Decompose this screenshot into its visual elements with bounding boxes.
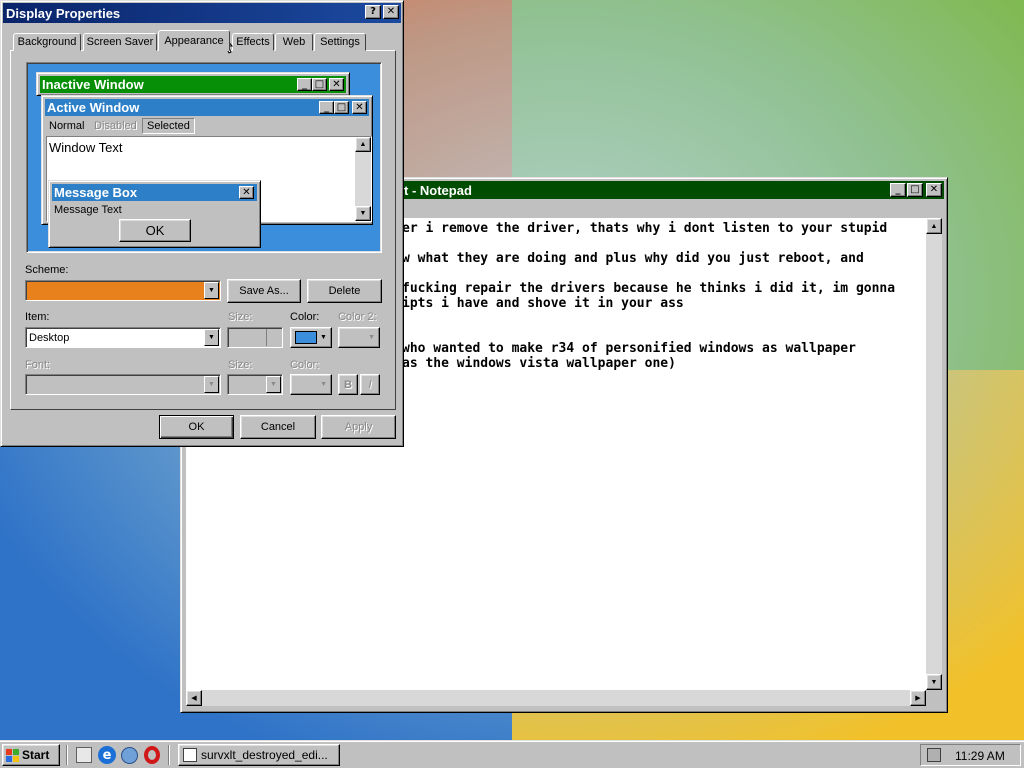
menu-disabled: Disabled [94, 120, 137, 132]
chevron-down-icon[interactable]: ▼ [204, 329, 219, 346]
color-label: Color: [290, 311, 320, 323]
notepad-horizontal-scrollbar[interactable]: ◀ ▶ [186, 690, 926, 706]
scheme-dropdown[interactable]: ▼ [25, 280, 221, 301]
color2-label: Color 2: [338, 311, 377, 323]
font-dropdown: ▼ [25, 374, 221, 395]
maximize-icon: □ [312, 78, 327, 91]
save-as-button[interactable]: Save As... [227, 279, 301, 303]
scroll-right-button[interactable]: ▶ [910, 690, 926, 706]
help-button[interactable]: ? [365, 5, 381, 19]
network-icon[interactable] [121, 747, 138, 764]
message-text: Message Text [54, 204, 122, 216]
minimize-button[interactable]: _ [890, 183, 906, 197]
tab-effects[interactable]: Effects [232, 33, 274, 51]
system-tray: 11:29 AM [920, 744, 1021, 766]
taskbar: Start e survxlt_destroyed_edi... 11:29 A… [0, 740, 1024, 768]
inactive-window-title: Inactive Window [42, 77, 144, 92]
scheme-label: Scheme: [25, 264, 69, 276]
internet-explorer-icon[interactable]: e [98, 746, 116, 764]
scroll-up-icon: ▲ [355, 137, 371, 152]
delete-button[interactable]: Delete [307, 279, 382, 303]
tab-web[interactable]: Web [275, 33, 313, 51]
color-picker-button[interactable]: ▼ [290, 327, 332, 348]
maximize-button[interactable]: □ [907, 183, 923, 197]
taskbar-task-button[interactable]: survxlt_destroyed_edi... [178, 744, 340, 766]
minimize-icon: _ [297, 78, 312, 91]
item-dropdown[interactable]: Desktop ▼ [25, 327, 221, 348]
bold-button: B [338, 374, 358, 395]
font-label: Font: [25, 359, 51, 371]
opera-icon[interactable] [144, 746, 160, 764]
menu-selected: Selected [142, 118, 195, 134]
dialog-close-button[interactable]: ✕ [383, 5, 399, 19]
display-properties-dialog: Display Properties ? ✕ Background Screen… [0, 0, 404, 447]
dialog-title: Display Properties [6, 5, 121, 21]
start-button[interactable]: Start [2, 744, 60, 766]
message-box-title: Message Box [54, 185, 138, 200]
ok-button[interactable]: OK [159, 415, 234, 439]
clock[interactable]: 11:29 AM [955, 749, 1005, 763]
tab-appearance[interactable]: Appearance [158, 30, 230, 51]
font-size-dropdown: ▼ [227, 374, 283, 395]
scroll-down-icon: ▼ [355, 206, 371, 221]
scroll-up-button[interactable]: ▲ [926, 218, 942, 234]
color-swatch [295, 331, 317, 344]
maximize-icon: □ [334, 101, 349, 114]
close-icon: ✕ [329, 78, 344, 91]
tab-settings[interactable]: Settings [314, 33, 366, 51]
notepad-title: t - Notepad [404, 182, 472, 198]
desktop-shortcut-icon[interactable] [76, 747, 92, 763]
close-icon: ✕ [239, 186, 254, 199]
notepad-icon [183, 748, 197, 762]
color2-picker-button: ▼ [338, 327, 380, 348]
chevron-down-icon: ▼ [204, 376, 219, 393]
tab-screen-saver[interactable]: Screen Saver [83, 33, 157, 51]
menu-normal: Normal [49, 120, 85, 132]
start-label: Start [22, 748, 50, 762]
preview-ok-button: OK [119, 219, 191, 242]
chevron-down-icon: ▼ [266, 376, 281, 393]
font-size-label: Size: [228, 359, 253, 371]
item-label: Item: [25, 311, 50, 323]
item-value: Desktop [29, 331, 70, 344]
dialog-titlebar[interactable]: Display Properties [3, 3, 401, 23]
scroll-down-button[interactable]: ▼ [926, 674, 942, 690]
apply-button: Apply [321, 415, 396, 439]
scroll-left-button[interactable]: ◀ [186, 690, 202, 706]
italic-button: I [360, 374, 380, 395]
active-window-title: Active Window [47, 100, 140, 115]
size-spinner [227, 327, 283, 348]
minimize-icon: _ [319, 101, 334, 114]
size-label: Size: [228, 311, 253, 323]
chevron-down-icon[interactable]: ▼ [204, 282, 219, 299]
tab-background[interactable]: Background [13, 33, 81, 51]
close-icon: ✕ [352, 101, 367, 114]
notepad-vertical-scrollbar[interactable]: ▲ ▼ [926, 218, 942, 690]
taskbar-task-label: survxlt_destroyed_edi... [201, 748, 328, 762]
notepad-close-button[interactable]: ✕ [926, 183, 942, 197]
window-text: Window Text [49, 140, 123, 155]
tray-icon[interactable] [927, 748, 941, 762]
windows-logo-icon [6, 748, 19, 762]
cancel-button[interactable]: Cancel [240, 415, 316, 439]
preview-message-box: Message Box ✕ Message Text OK [48, 180, 261, 248]
font-color-label: Color: [290, 359, 320, 371]
font-color-button: ▼ [290, 374, 332, 395]
preview-inactive-window: Inactive Window _ □ ✕ [36, 72, 350, 96]
